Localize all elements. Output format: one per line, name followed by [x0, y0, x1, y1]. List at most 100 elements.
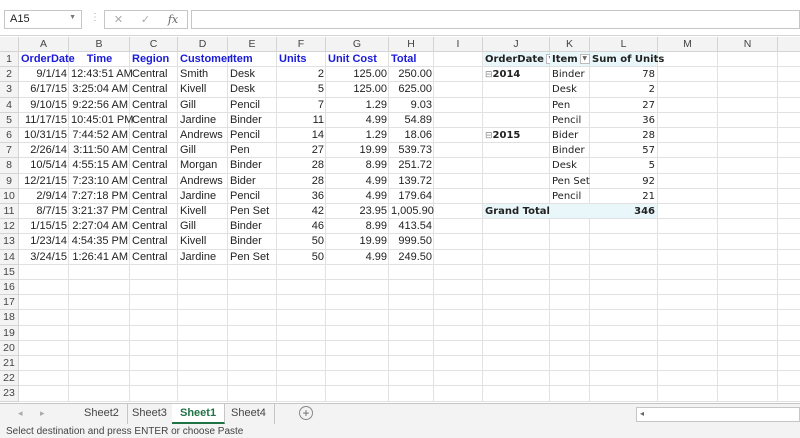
cell[interactable] [19, 356, 69, 372]
cell[interactable] [658, 112, 718, 128]
cell[interactable] [718, 52, 778, 68]
table-cell[interactable]: 50 [277, 250, 326, 265]
table-cell[interactable]: 28 [277, 158, 326, 173]
table-header[interactable]: Time [69, 52, 130, 67]
table-cell[interactable]: 36 [277, 189, 326, 204]
cell[interactable] [718, 112, 778, 128]
cell[interactable] [130, 386, 178, 402]
cell[interactable] [550, 264, 590, 280]
cell[interactable] [658, 67, 718, 83]
column-header-L[interactable]: L [590, 37, 658, 52]
cell[interactable] [658, 325, 718, 341]
cell[interactable] [658, 128, 718, 144]
pivot-header[interactable]: Item ▼ [550, 52, 590, 68]
table-cell[interactable]: Central [130, 204, 178, 219]
cell[interactable] [130, 325, 178, 341]
column-header-A[interactable]: A [19, 37, 69, 52]
cell[interactable] [434, 143, 483, 159]
pivot-value[interactable]: 5 [590, 158, 658, 174]
pivot-blank[interactable] [483, 97, 550, 113]
table-cell[interactable]: 7:27:18 PM [69, 189, 130, 204]
cell[interactable] [658, 264, 718, 280]
cell[interactable] [483, 356, 550, 372]
table-cell[interactable]: 250.00 [389, 67, 434, 82]
cell[interactable] [228, 264, 277, 280]
table-cell[interactable]: 2/26/14 [19, 143, 69, 158]
pivot-value[interactable]: 92 [590, 173, 658, 189]
row-header[interactable]: 3 [0, 82, 19, 98]
cell[interactable] [718, 158, 778, 174]
table-cell[interactable]: 8.99 [326, 158, 389, 173]
cell[interactable] [277, 310, 326, 326]
table-cell[interactable]: 539.73 [389, 143, 434, 158]
cell[interactable] [718, 356, 778, 372]
cell[interactable] [550, 371, 590, 387]
cell[interactable] [389, 310, 434, 326]
cell[interactable] [434, 52, 483, 68]
table-cell[interactable]: 1/15/15 [19, 219, 69, 234]
row-header[interactable]: 11 [0, 204, 19, 220]
scroll-left-arrow-icon[interactable]: ◂ [640, 409, 644, 418]
cell[interactable] [778, 386, 800, 402]
cell[interactable] [178, 356, 228, 372]
row-header[interactable]: 19 [0, 325, 19, 341]
name-box[interactable]: A15 ▼ [4, 10, 82, 29]
column-header-G[interactable]: G [326, 37, 389, 52]
table-header[interactable]: OrderDate [19, 52, 75, 67]
pivot-blank[interactable] [483, 173, 550, 189]
column-header-F[interactable]: F [277, 37, 326, 52]
table-cell[interactable]: 8.99 [326, 219, 389, 234]
column-header-H[interactable]: H [389, 37, 434, 52]
cell[interactable] [718, 340, 778, 356]
pivot-item[interactable]: Desk [550, 82, 590, 98]
cell[interactable] [434, 340, 483, 356]
filter-dropdown-icon[interactable]: ▼ [579, 54, 590, 64]
row-header[interactable]: 5 [0, 112, 19, 128]
cell[interactable] [483, 219, 550, 235]
table-cell[interactable]: Binder [228, 234, 277, 249]
cell[interactable] [718, 97, 778, 113]
cell[interactable] [178, 386, 228, 402]
table-cell[interactable]: Central [130, 67, 178, 82]
table-cell[interactable]: Kivell [178, 204, 228, 219]
cell[interactable] [277, 356, 326, 372]
cell[interactable] [19, 310, 69, 326]
row-header[interactable]: 14 [0, 249, 19, 265]
table-cell[interactable]: Smith [178, 67, 228, 82]
pivot-item[interactable]: Pencil [550, 188, 590, 204]
cell[interactable] [590, 234, 658, 250]
table-cell[interactable]: Central [130, 158, 178, 173]
table-cell[interactable]: Bider [228, 174, 277, 189]
pivot-blank[interactable] [483, 158, 550, 174]
cell[interactable] [178, 280, 228, 296]
chevron-down-icon[interactable]: ▼ [69, 14, 76, 21]
cell[interactable] [69, 295, 130, 311]
table-cell[interactable]: Jardine [178, 189, 228, 204]
table-header[interactable]: Item [228, 52, 277, 67]
cell[interactable] [483, 340, 550, 356]
cell[interactable] [228, 325, 277, 341]
cell[interactable] [658, 386, 718, 402]
cell[interactable] [228, 340, 277, 356]
cell[interactable] [326, 310, 389, 326]
table-cell[interactable]: Central [130, 143, 178, 158]
table-cell[interactable]: Pencil [228, 98, 277, 113]
cell[interactable] [778, 219, 800, 235]
cell[interactable] [326, 325, 389, 341]
cell[interactable] [326, 386, 389, 402]
sheet-tab-sheet3[interactable]: Sheet3 [124, 404, 176, 424]
formula-input[interactable] [191, 10, 800, 29]
cell[interactable] [69, 356, 130, 372]
cell[interactable] [778, 128, 800, 144]
table-cell[interactable]: Gill [178, 98, 228, 113]
pivot-item[interactable]: Binder [550, 143, 590, 159]
cell[interactable] [778, 295, 800, 311]
pivot-item[interactable]: Pencil [550, 112, 590, 128]
cell[interactable] [778, 310, 800, 326]
cell[interactable] [178, 371, 228, 387]
cell[interactable] [718, 264, 778, 280]
table-cell[interactable]: 19.99 [326, 143, 389, 158]
cell[interactable] [778, 143, 800, 159]
cell[interactable] [658, 158, 718, 174]
cell[interactable] [778, 356, 800, 372]
